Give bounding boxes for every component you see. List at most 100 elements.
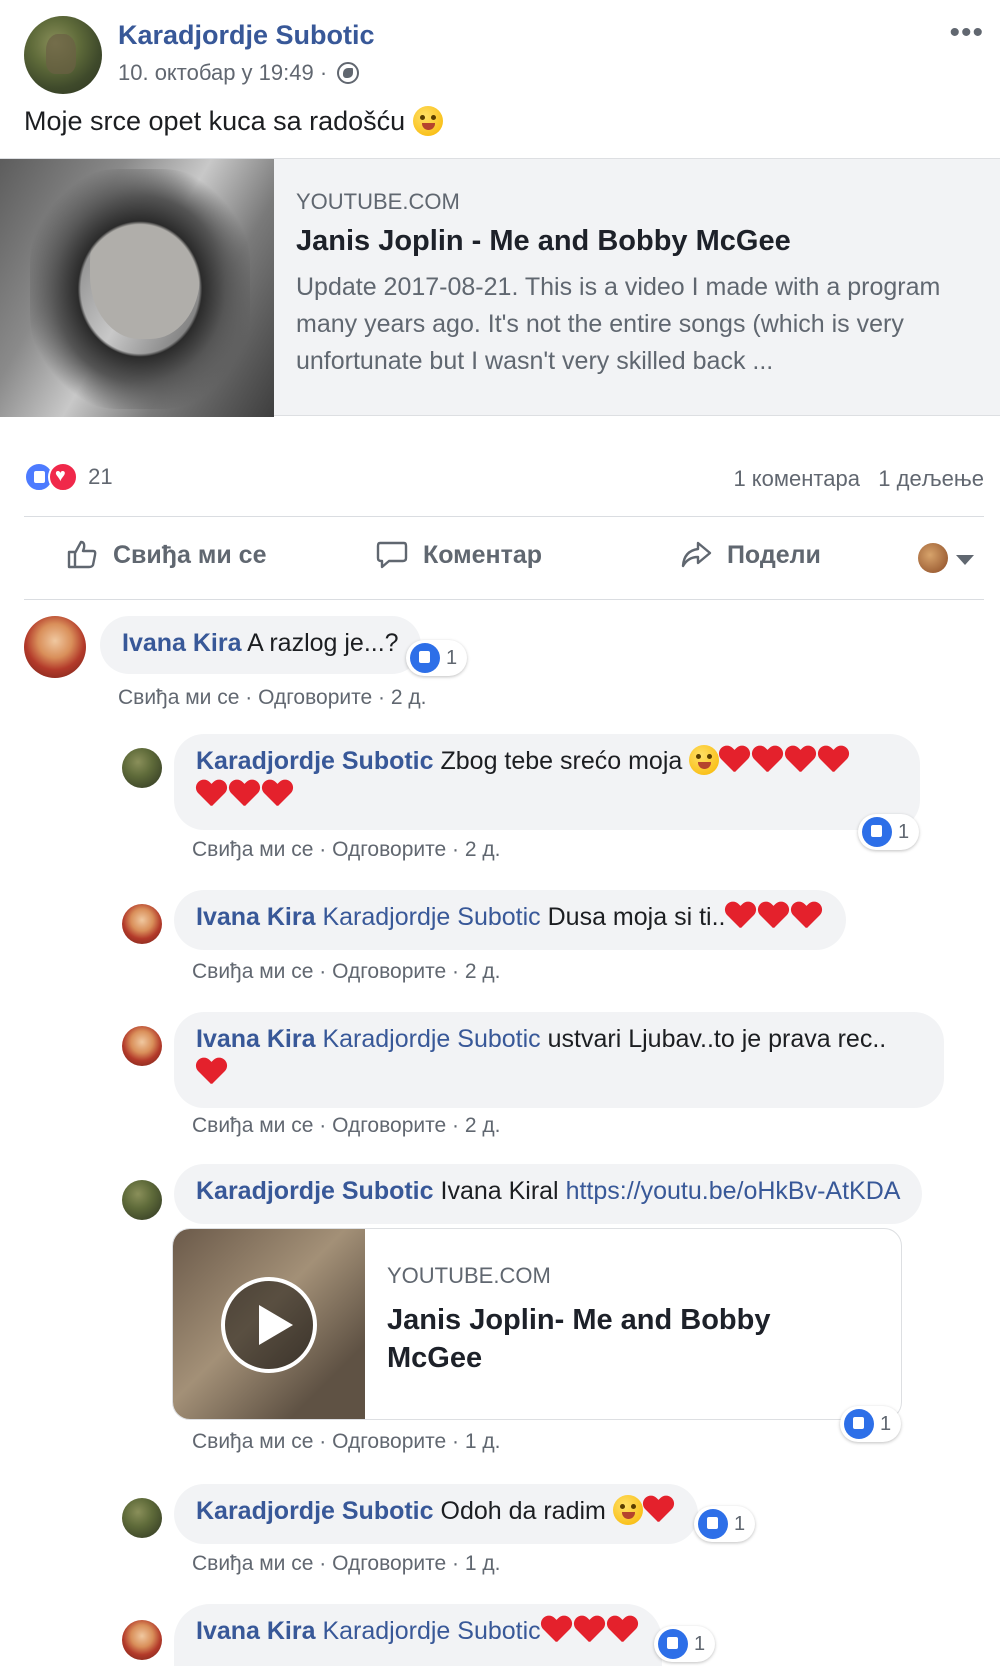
comment-avatar[interactable] bbox=[122, 1620, 162, 1660]
comment-time[interactable]: 2 д. bbox=[465, 960, 501, 983]
heart-icon bbox=[719, 746, 749, 774]
play-icon[interactable] bbox=[221, 1277, 317, 1373]
share-count[interactable]: 1 дељење bbox=[878, 466, 984, 491]
like-badge-icon bbox=[698, 1509, 728, 1539]
share-button[interactable]: Подели bbox=[680, 539, 821, 570]
post-author[interactable]: Karadjordje Subotic bbox=[118, 20, 375, 51]
link-thumbnail[interactable] bbox=[0, 159, 274, 417]
link-description: Update 2017-08-21. This is a video I mad… bbox=[296, 273, 941, 375]
thumbs-up-icon bbox=[67, 540, 97, 569]
link-title[interactable]: Janis Joplin- Me and Bobby McGee bbox=[387, 1301, 867, 1377]
reaction-identity-selector[interactable] bbox=[918, 543, 974, 573]
comment-time[interactable]: 1 д. bbox=[465, 1430, 501, 1453]
winking-tongue-emoji-icon bbox=[412, 106, 443, 136]
comment-like-link[interactable]: Свиђа ми се bbox=[192, 1430, 313, 1453]
post-header: Karadjordje Subotic 10. октобар у 19:49 … bbox=[24, 16, 984, 96]
reaction-count[interactable]: 21 bbox=[88, 464, 112, 489]
comment-like-badge[interactable]: 1 bbox=[654, 1626, 716, 1662]
heart-icon bbox=[758, 902, 788, 930]
comment-like-badge[interactable]: 1 bbox=[858, 814, 920, 850]
comment-like-count: 1 bbox=[446, 647, 458, 669]
comment-link-preview-card[interactable]: YOUTUBE.COM Janis Joplin- Me and Bobby M… bbox=[172, 1228, 902, 1420]
winking-tongue-emoji-icon bbox=[612, 1495, 643, 1525]
more-options-icon[interactable]: ••• bbox=[949, 16, 984, 50]
winking-tongue-emoji-icon bbox=[689, 745, 720, 775]
comment-reply-link[interactable]: Одговорите bbox=[332, 838, 446, 861]
comment-button[interactable]: Коментар bbox=[376, 539, 542, 570]
comment-reply-link[interactable]: Одговорите bbox=[332, 1114, 446, 1137]
comment-like-badge[interactable]: 1 bbox=[840, 1406, 902, 1442]
like-badge-icon bbox=[658, 1629, 688, 1659]
comment-meta: Свиђа ми се · Одговорите · 1 д. bbox=[192, 1430, 501, 1453]
comment-count[interactable]: 1 коментара bbox=[733, 466, 860, 491]
share-button-label: Подели bbox=[726, 541, 821, 569]
comment-like-count: 1 bbox=[734, 1513, 746, 1535]
comment-like-link[interactable]: Свиђа ми се bbox=[192, 838, 313, 861]
comment-like-link[interactable]: Свиђа ми се bbox=[118, 686, 239, 709]
comment-author[interactable]: Karadjordje Subotic bbox=[196, 1497, 434, 1525]
chevron-down-icon bbox=[956, 555, 974, 565]
heart-icon bbox=[791, 902, 821, 930]
comment-like-count: 1 bbox=[880, 1413, 892, 1435]
heart-icon bbox=[725, 902, 755, 930]
love-reaction-icon bbox=[48, 462, 78, 492]
comment-meta: Свиђа ми се · Одговорите · 2 д. bbox=[192, 960, 501, 983]
comment-bubble: Ivana Kira Karadjordje Subotic Dusa moja… bbox=[174, 890, 847, 950]
comment-author[interactable]: Ivana Kira bbox=[196, 1025, 316, 1053]
comment-time[interactable]: 2 д. bbox=[465, 838, 501, 861]
comment-avatar[interactable] bbox=[122, 748, 162, 788]
video-thumbnail[interactable] bbox=[173, 1229, 365, 1419]
comment-avatar[interactable] bbox=[122, 1498, 162, 1538]
comment-like-link[interactable]: Свиђа ми се bbox=[192, 1552, 313, 1575]
comment-text: Ivana Kiral bbox=[440, 1177, 559, 1205]
comment-meta: Свиђа ми се · Одговорите · 2 д. bbox=[192, 838, 501, 861]
comment-author[interactable]: Ivana Kira bbox=[196, 903, 316, 931]
comment-avatar[interactable] bbox=[122, 904, 162, 944]
comment-button-label: Коментар bbox=[422, 541, 543, 569]
comment-reply-link[interactable]: Одговорите bbox=[332, 1430, 446, 1453]
heart-icon bbox=[607, 1616, 637, 1644]
comment-text: ustvari Ljubav..to je prava rec.. bbox=[547, 1025, 887, 1053]
link-preview-card[interactable]: YOUTUBE.COM Janis Joplin - Me and Bobby … bbox=[0, 158, 1000, 417]
comment-mention[interactable]: Karadjordje Subotic bbox=[322, 1617, 540, 1645]
comment-author[interactable]: Karadjordje Subotic bbox=[196, 747, 434, 775]
heart-icon bbox=[262, 780, 292, 808]
comment-avatar[interactable] bbox=[24, 616, 86, 678]
comment-avatar[interactable] bbox=[122, 1026, 162, 1066]
reactions-summary[interactable]: 21 bbox=[24, 462, 113, 498]
post-date[interactable]: 10. октобар у 19:49 · bbox=[118, 60, 327, 85]
comment-author[interactable]: Ivana Kira bbox=[122, 629, 242, 657]
comment-reply-link[interactable]: Одговорите bbox=[258, 686, 372, 709]
comment-bubble: Karadjordje Subotic Zbog tebe srećo moja bbox=[174, 734, 920, 830]
comment-meta: Свиђа ми се · Одговорите · 2 д. bbox=[192, 1114, 501, 1137]
like-badge-icon bbox=[410, 643, 440, 673]
comment-meta: Свиђа ми се · Одговорите · 2 д. bbox=[118, 686, 427, 709]
post-timestamp[interactable]: 10. октобар у 19:49 · bbox=[118, 60, 360, 86]
avatar bbox=[918, 543, 948, 573]
comment-link[interactable]: https://youtu.be/oHkBv-AtKDA bbox=[566, 1177, 901, 1205]
comment-author[interactable]: Ivana Kira bbox=[196, 1617, 316, 1645]
comment-mention[interactable]: Karadjordje Subotic bbox=[322, 903, 540, 931]
comment-time[interactable]: 1 д. bbox=[465, 1552, 501, 1575]
link-title[interactable]: Janis Joplin - Me and Bobby McGee bbox=[296, 225, 791, 258]
comment-bubble: Ivana Kira A razlog je...? bbox=[100, 616, 421, 674]
globe-icon bbox=[337, 62, 360, 84]
comment-bubble: Ivana Kira Karadjordje Subotic ustvari L… bbox=[174, 1012, 944, 1108]
comment-like-count: 1 bbox=[694, 1633, 706, 1655]
author-avatar[interactable] bbox=[24, 16, 102, 94]
comment-author[interactable]: Karadjordje Subotic bbox=[196, 1177, 434, 1205]
comment-like-link[interactable]: Свиђа ми се bbox=[192, 1114, 313, 1137]
heart-icon bbox=[229, 780, 259, 808]
comment-avatar[interactable] bbox=[122, 1180, 162, 1220]
comment-time[interactable]: 2 д. bbox=[465, 1114, 501, 1137]
like-button[interactable]: Свиђа ми се bbox=[66, 539, 266, 570]
comment-reply-link[interactable]: Одговорите bbox=[332, 960, 446, 983]
comment-like-badge[interactable]: 1 bbox=[694, 1506, 756, 1542]
comment-mention[interactable]: Karadjordje Subotic bbox=[322, 1025, 540, 1053]
comment-like-badge[interactable]: 1 bbox=[406, 640, 468, 676]
comment-like-link[interactable]: Свиђа ми се bbox=[192, 960, 313, 983]
comment-reply-link[interactable]: Одговорите bbox=[332, 1552, 446, 1575]
comment-time[interactable]: 2 д. bbox=[391, 686, 427, 709]
like-badge-icon bbox=[862, 817, 892, 847]
comment-like-count: 1 bbox=[898, 821, 910, 843]
